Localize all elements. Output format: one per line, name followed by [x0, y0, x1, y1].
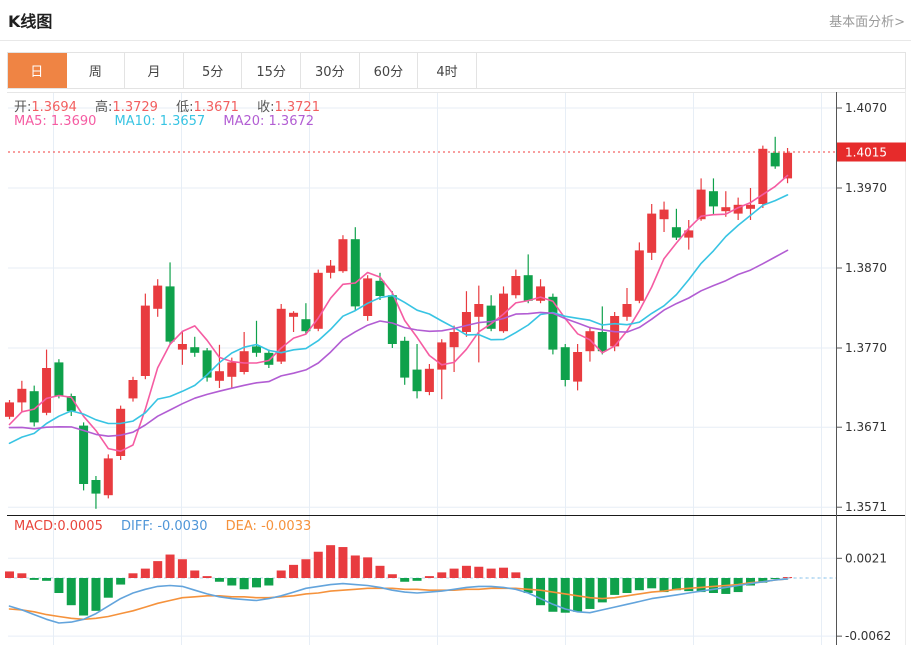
svg-text:1.3970: 1.3970: [845, 181, 887, 195]
svg-text:-0.0062: -0.0062: [845, 629, 891, 643]
period-tab-7[interactable]: 60分: [360, 53, 419, 88]
svg-text:1.4070: 1.4070: [845, 101, 887, 115]
period-tab-2[interactable]: 周: [67, 53, 126, 88]
period-tab-4[interactable]: 5分: [184, 53, 243, 88]
svg-text:1.3770: 1.3770: [845, 341, 887, 355]
svg-text:0.0021: 0.0021: [845, 551, 887, 565]
kline-chart-canvas[interactable]: 1.4070 1.3970 1.3870 1.3770 1.3671 1.3571 0.00…: [0, 0, 911, 645]
period-tab-5[interactable]: 15分: [242, 53, 301, 88]
svg-text:1.3870: 1.3870: [845, 261, 887, 275]
tab-strip-filler: [477, 53, 905, 88]
period-tab-6[interactable]: 30分: [301, 53, 360, 88]
period-tab-8[interactable]: 4时: [418, 53, 477, 88]
svg-text:1.3671: 1.3671: [845, 420, 887, 434]
svg-text:1.3571: 1.3571: [845, 500, 887, 514]
period-tab-3[interactable]: 月: [125, 53, 184, 88]
period-tab-1[interactable]: 日: [8, 53, 67, 88]
period-tabs: 日周月5分15分30分60分4时: [7, 52, 906, 89]
svg-text:1.4015: 1.4015: [845, 146, 887, 160]
